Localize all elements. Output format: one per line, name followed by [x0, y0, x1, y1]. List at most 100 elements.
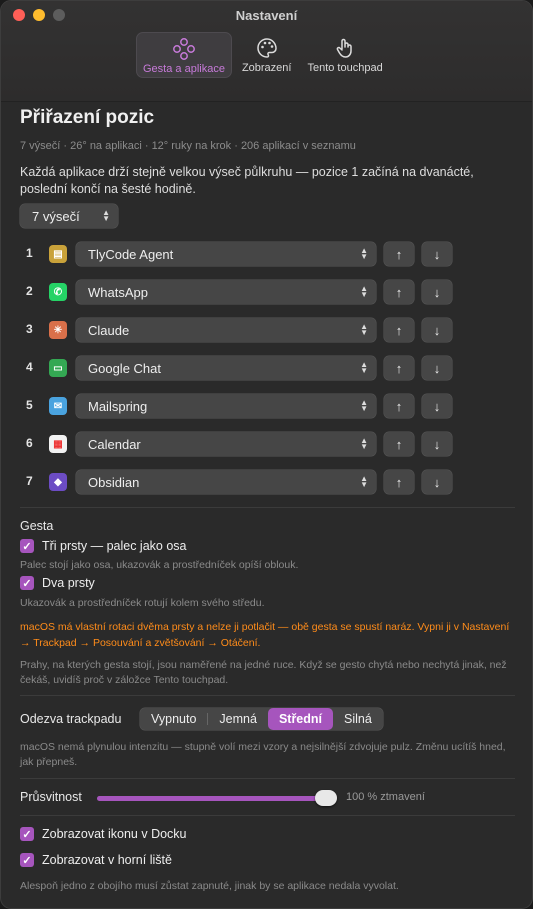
- show-dock-icon-checkbox[interactable]: ✓ Zobrazovat ikonu v Docku: [20, 827, 187, 841]
- settings-window: Nastavení Gesta a aplikace Zobrazení Ten…: [0, 0, 533, 909]
- chevron-updown-icon: ▲ ▼: [360, 360, 368, 375]
- tab-gestures-apps[interactable]: Gesta a aplikace: [136, 32, 232, 78]
- haptics-note: macOS nemá plynulou intenzitu — stupně v…: [20, 741, 506, 768]
- app-select[interactable]: Mailspring ▲ ▼: [76, 394, 376, 418]
- rotation-warning: macOS má vlastní rotaci dvěma prsty a ne…: [20, 621, 510, 649]
- slice-count-select[interactable]: 7 výsečí ▲ ▼: [20, 204, 118, 228]
- toolbar-tabs: Gesta a aplikace Zobrazení Tento touchpa…: [136, 32, 389, 78]
- app-name: Calendar: [88, 436, 141, 452]
- position-number: 5: [26, 398, 33, 412]
- chevron-updown-icon: ▲ ▼: [360, 474, 368, 489]
- haptics-option[interactable]: Silná: [333, 708, 383, 730]
- two-fingers-note: Ukazovák a prostředníček rotují kolem sv…: [20, 597, 265, 609]
- arrow-down-icon: ↓: [433, 284, 441, 300]
- app-icon: ▦: [49, 435, 67, 453]
- move-up-button[interactable]: ↑: [384, 242, 414, 266]
- app-icon: ✆: [49, 283, 67, 301]
- arrow-up-icon: ↑: [395, 436, 403, 452]
- app-name: Claude: [88, 322, 130, 338]
- chevron-updown-icon: ▲ ▼: [360, 284, 368, 299]
- tab-this-touchpad[interactable]: Tento touchpad: [301, 32, 388, 78]
- app-name: Google Chat: [88, 360, 161, 376]
- checkmark-icon: ✓: [20, 827, 34, 841]
- slider-knob[interactable]: [315, 790, 337, 806]
- move-down-button[interactable]: ↓: [422, 280, 452, 304]
- position-number: 1: [26, 246, 33, 260]
- slider-fill: [97, 796, 326, 801]
- haptics-segmented-control: Vypnuto Jemná Střední Silná: [140, 708, 383, 730]
- transparency-label: Průsvitnost: [20, 790, 82, 804]
- arrow-up-icon: ↑: [395, 474, 403, 490]
- arrow-down-icon: ↓: [433, 360, 441, 376]
- checkbox-label: Dva prsty: [42, 576, 95, 590]
- app-icon: ✉: [49, 397, 67, 415]
- gestures-heading: Gesta: [20, 519, 54, 533]
- app-icon: ◆: [49, 473, 67, 491]
- app-name: Obsidian: [88, 474, 140, 490]
- position-number: 6: [26, 436, 33, 450]
- checkmark-icon: ✓: [20, 539, 34, 553]
- move-up-button[interactable]: ↑: [384, 318, 414, 342]
- haptics-option[interactable]: Jemná: [208, 708, 268, 730]
- gestures-icon: [172, 37, 196, 61]
- move-down-button[interactable]: ↓: [422, 242, 452, 266]
- thresholds-note: Prahy, na kterých gesta stojí, jsou namě…: [20, 659, 507, 686]
- arrow-up-icon: ↑: [395, 246, 403, 262]
- arrow-down-icon: ↓: [433, 436, 441, 452]
- checkbox-label: Zobrazovat v horní liště: [42, 853, 172, 867]
- show-menubar-checkbox[interactable]: ✓ Zobrazovat v horní liště: [20, 853, 172, 867]
- app-icon: ✳: [49, 321, 67, 339]
- app-select[interactable]: Claude ▲ ▼: [76, 318, 376, 342]
- chevron-updown-icon: ▲ ▼: [360, 436, 368, 451]
- move-down-button[interactable]: ↓: [422, 318, 452, 342]
- position-row: 3 ✳ Claude ▲ ▼ ↑ ↓: [1, 318, 532, 342]
- divider: [20, 778, 515, 779]
- checkmark-icon: ✓: [20, 853, 34, 867]
- app-name: TlyCode Agent: [88, 246, 174, 262]
- tab-display[interactable]: Zobrazení: [236, 32, 298, 78]
- window-title: Nastavení: [235, 8, 298, 23]
- app-select[interactable]: Calendar ▲ ▼: [76, 432, 376, 456]
- position-number: 2: [26, 284, 33, 298]
- app-icon: ▭: [49, 359, 67, 377]
- haptics-option[interactable]: Střední: [267, 708, 333, 730]
- hand-pointer-icon: [333, 36, 357, 60]
- positions-summary: 7 výsečí · 26° na aplikaci · 12° ruky na…: [20, 140, 356, 152]
- position-row: 4 ▭ Google Chat ▲ ▼ ↑ ↓: [1, 356, 532, 380]
- move-down-button[interactable]: ↓: [422, 356, 452, 380]
- tab-label: Tento touchpad: [307, 62, 383, 74]
- arrow-down-icon: ↓: [433, 322, 441, 338]
- position-row: 5 ✉ Mailspring ▲ ▼ ↑ ↓: [1, 394, 532, 418]
- arrow-down-icon: ↓: [433, 398, 441, 414]
- move-down-button[interactable]: ↓: [422, 470, 452, 494]
- haptics-label: Odezva trackpadu: [20, 712, 122, 726]
- app-select[interactable]: TlyCode Agent ▲ ▼: [76, 242, 376, 266]
- three-fingers-checkbox[interactable]: ✓ Tři prsty — palec jako osa: [20, 539, 187, 553]
- position-row: 1 ▤ TlyCode Agent ▲ ▼ ↑ ↓: [1, 242, 532, 266]
- move-down-button[interactable]: ↓: [422, 432, 452, 456]
- divider: [20, 815, 515, 816]
- move-up-button[interactable]: ↑: [384, 470, 414, 494]
- two-fingers-checkbox[interactable]: ✓ Dva prsty: [20, 576, 95, 590]
- app-select[interactable]: Obsidian ▲ ▼: [76, 470, 376, 494]
- position-number: 4: [26, 360, 33, 374]
- visibility-note: Alespoň jedno z obojího musí zůstat zapn…: [20, 880, 399, 892]
- move-up-button[interactable]: ↑: [384, 394, 414, 418]
- transparency-value: 100 % ztmavení: [346, 791, 425, 803]
- app-select[interactable]: Google Chat ▲ ▼: [76, 356, 376, 380]
- app-name: Mailspring: [88, 398, 148, 414]
- move-up-button[interactable]: ↑: [384, 356, 414, 380]
- app-select[interactable]: WhatsApp ▲ ▼: [76, 280, 376, 304]
- move-up-button[interactable]: ↑: [384, 280, 414, 304]
- position-number: 7: [26, 474, 33, 488]
- tab-label: Gesta a aplikace: [143, 63, 225, 75]
- position-row: 7 ◆ Obsidian ▲ ▼ ↑ ↓: [1, 470, 532, 494]
- transparency-slider[interactable]: [97, 790, 337, 806]
- page-title: Přiřazení pozic: [20, 107, 155, 128]
- haptics-option[interactable]: Vypnuto: [140, 708, 207, 730]
- chevron-updown-icon: ▲ ▼: [360, 246, 368, 261]
- move-up-button[interactable]: ↑: [384, 432, 414, 456]
- move-down-button[interactable]: ↓: [422, 394, 452, 418]
- chevron-updown-icon: ▲ ▼: [360, 398, 368, 413]
- three-fingers-note: Palec stojí jako osa, ukazovák a prostře…: [20, 559, 299, 571]
